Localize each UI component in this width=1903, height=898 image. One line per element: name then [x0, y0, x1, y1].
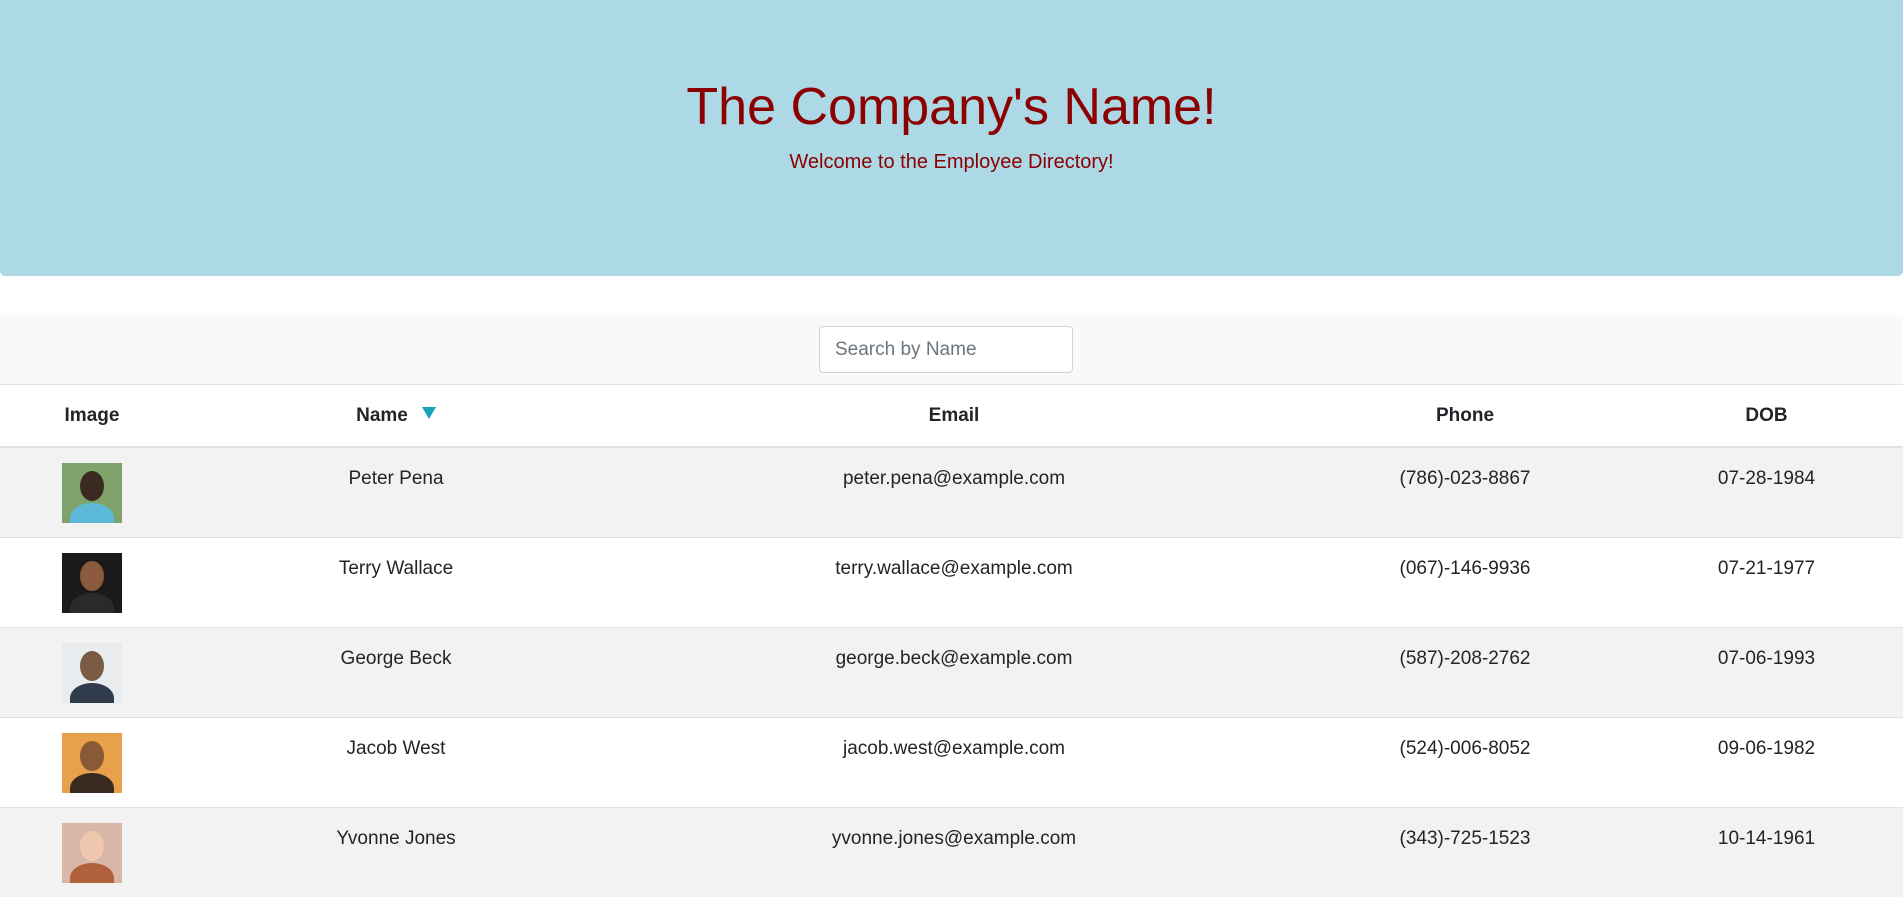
column-header-name[interactable]: Name — [184, 384, 608, 448]
name-cell: Jacob West — [184, 716, 608, 807]
table-row: George Beck george.beck@example.com (587… — [0, 626, 1903, 717]
page-title: The Company's Name! — [686, 78, 1217, 136]
name-cell: George Beck — [184, 626, 608, 717]
email-cell: peter.pena@example.com — [608, 446, 1300, 537]
dob-cell: 07-06-1993 — [1630, 626, 1903, 717]
image-cell — [0, 716, 184, 807]
column-header-phone: Phone — [1300, 384, 1630, 448]
search-bar — [0, 315, 1903, 384]
table-row: Peter Pena peter.pena@example.com (786)-… — [0, 446, 1903, 537]
table-header: Image Name Email Phone DOB — [0, 384, 1903, 448]
search-input[interactable] — [819, 326, 1073, 373]
table-row: Terry Wallace terry.wallace@example.com … — [0, 536, 1903, 627]
dob-cell: 07-28-1984 — [1630, 446, 1903, 537]
column-header-dob: DOB — [1630, 384, 1903, 448]
name-cell: Yvonne Jones — [184, 806, 608, 897]
column-header-image: Image — [0, 384, 184, 448]
avatar — [62, 822, 122, 883]
dob-cell: 10-14-1961 — [1630, 806, 1903, 897]
avatar — [62, 463, 122, 523]
phone-cell: (524)-006-8052 — [1300, 716, 1630, 807]
employee-table: Image Name Email Phone DOB Peter Pena pe… — [0, 384, 1903, 897]
dob-cell: 09-06-1982 — [1630, 716, 1903, 807]
phone-cell: (587)-208-2762 — [1300, 626, 1630, 717]
name-cell: Peter Pena — [184, 446, 608, 537]
avatar — [62, 732, 122, 793]
email-cell: terry.wallace@example.com — [608, 536, 1300, 627]
sort-down-triangle-icon[interactable] — [421, 406, 436, 419]
image-cell — [0, 626, 184, 717]
avatar — [62, 642, 122, 703]
image-cell — [0, 446, 184, 537]
phone-cell: (067)-146-9936 — [1300, 536, 1630, 627]
page-subtitle: Welcome to the Employee Directory! — [789, 151, 1114, 173]
column-header-name-label[interactable]: Name — [356, 405, 408, 426]
phone-cell: (343)-725-1523 — [1300, 806, 1630, 897]
email-cell: george.beck@example.com — [608, 626, 1300, 717]
phone-cell: (786)-023-8867 — [1300, 446, 1630, 537]
table-row: Yvonne Jones yvonne.jones@example.com (3… — [0, 806, 1903, 897]
jumbotron-header: The Company's Name! Welcome to the Emplo… — [0, 0, 1903, 276]
avatar — [62, 552, 122, 613]
image-cell — [0, 536, 184, 627]
email-cell: yvonne.jones@example.com — [608, 806, 1300, 897]
column-header-email: Email — [608, 384, 1300, 448]
email-cell: jacob.west@example.com — [608, 716, 1300, 807]
name-cell: Terry Wallace — [184, 536, 608, 627]
table-row: Jacob West jacob.west@example.com (524)-… — [0, 716, 1903, 807]
dob-cell: 07-21-1977 — [1630, 536, 1903, 627]
table-body: Peter Pena peter.pena@example.com (786)-… — [0, 446, 1903, 897]
image-cell — [0, 806, 184, 897]
